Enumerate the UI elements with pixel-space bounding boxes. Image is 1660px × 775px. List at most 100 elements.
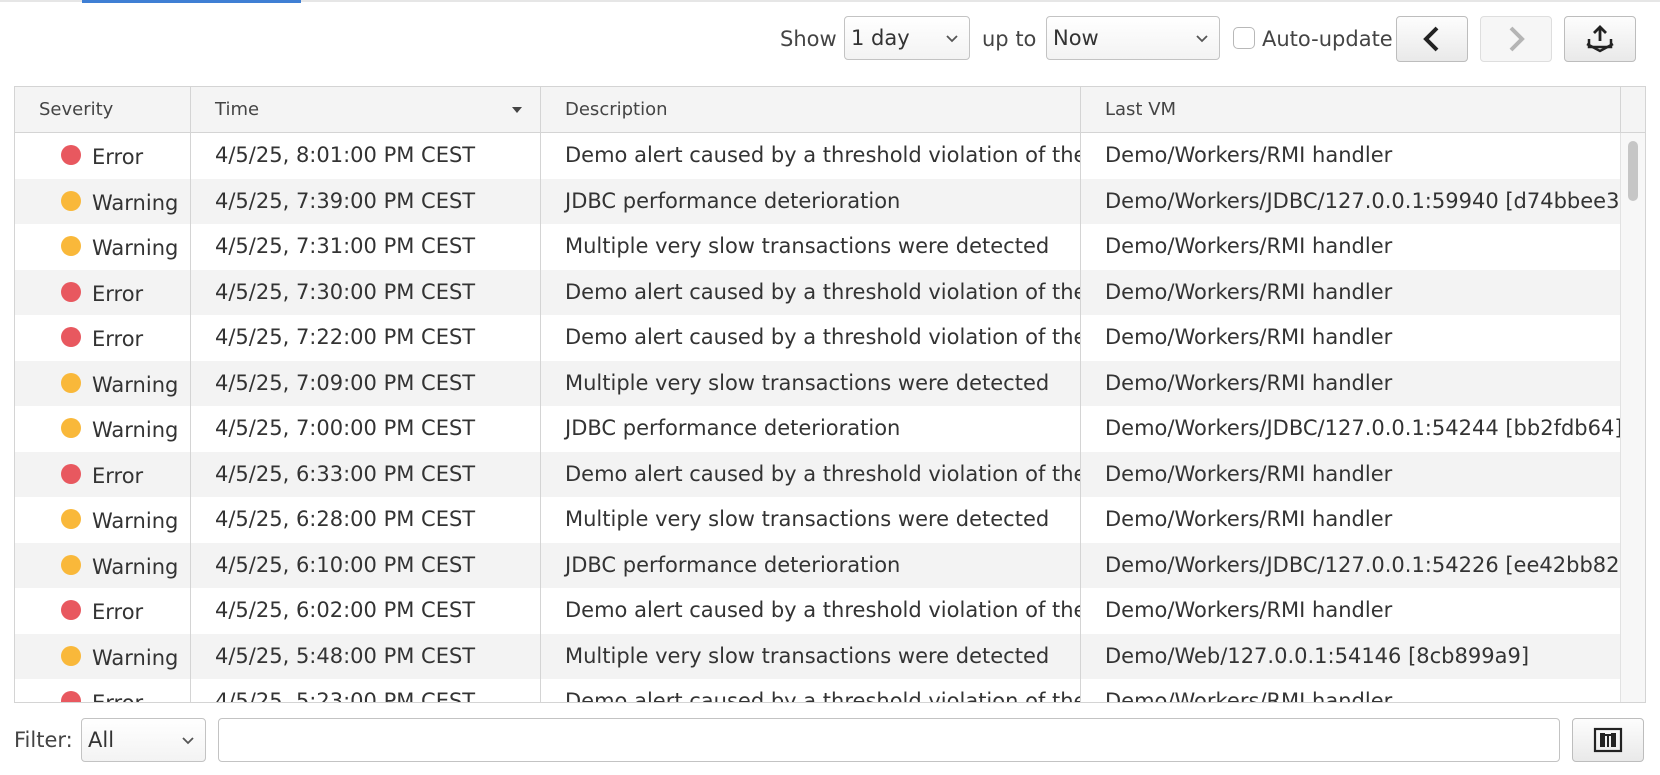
scrollbar-thumb[interactable] — [1628, 141, 1638, 201]
auto-update-checkbox[interactable] — [1233, 27, 1255, 49]
time-range-select[interactable]: 1 day — [844, 16, 970, 60]
filter-bar: Filter: All — [0, 717, 1660, 763]
red-dot-icon — [61, 463, 81, 484]
description-cell: Demo alert caused by a threshold violati… — [541, 269, 1081, 315]
last-vm-cell: Demo/Workers/RMI handler — [1105, 370, 1393, 395]
time-cell: 4/5/25, 8:01:00 PM CEST — [191, 133, 541, 179]
time-cell: 4/5/25, 6:33:00 PM CEST — [191, 451, 541, 497]
last-vm-cell: Demo/Workers/RMI handler — [1105, 689, 1393, 703]
amber-dot-icon — [61, 554, 81, 575]
red-dot-icon — [61, 691, 81, 702]
last-vm-cell: Demo/Workers/RMI handler — [1105, 279, 1393, 304]
amber-dot-icon — [61, 509, 81, 529]
last-vm-cell: Demo/Workers/RMI handler — [1105, 598, 1393, 622]
severity-cell: Warning — [15, 542, 191, 588]
filter-scope-value: All — [88, 728, 115, 752]
time-cell: 4/5/25, 5:48:00 PM CEST — [191, 633, 541, 679]
table-row[interactable]: Warning 4/5/25, 7:09:00 PM CEST Multiple v… — [15, 360, 1620, 406]
table-row[interactable]: Warning 4/5/25, 5:48:00 PM CEST Multiple v… — [15, 633, 1620, 679]
severity-text: Warning — [92, 418, 179, 442]
red-dot-icon — [61, 145, 81, 165]
column-header-description[interactable]: Description — [541, 87, 1081, 132]
table-row[interactable]: Warning 4/5/25, 7:00:00 PM CEST JDBC perfo… — [15, 406, 1620, 452]
table-header: Severity Time Description Last VM — [15, 87, 1645, 133]
severity-cell: Error — [15, 133, 191, 179]
description-cell: Demo alert caused by a threshold violati… — [541, 451, 1081, 497]
sort-descending-icon — [512, 107, 522, 113]
export-button[interactable] — [1564, 16, 1636, 62]
column-header-severity[interactable]: Severity — [15, 87, 191, 132]
severity-cell: Warning — [15, 497, 191, 543]
amber-dot-icon — [61, 645, 81, 666]
red-dot-icon — [61, 327, 81, 347]
chevron-down-icon — [1196, 35, 1208, 43]
time-cell: 4/5/25, 7:39:00 PM CEST — [191, 178, 541, 224]
severity-cell: Error — [15, 588, 191, 634]
amber-dot-icon — [61, 236, 81, 256]
table-row[interactable]: Warning 4/5/25, 6:10:00 PM CEST JDBC perfo… — [15, 542, 1620, 588]
severity-text: Error — [92, 281, 144, 306]
show-label: Show — [780, 27, 837, 51]
severity-cell: Warning — [15, 178, 191, 224]
description-cell: Multiple very slow transactions were det… — [541, 224, 1081, 270]
description-cell: Demo alert caused by a threshold violati… — [541, 315, 1081, 361]
time-cell: 4/5/25, 7:00:00 PM CEST — [191, 406, 541, 452]
severity-cell: Warning — [15, 406, 191, 452]
chevron-down-icon — [946, 35, 958, 43]
description-cell: Demo alert caused by a threshold violati… — [541, 588, 1081, 634]
time-cell: 4/5/25, 7:30:00 PM CEST — [191, 269, 541, 315]
severity-text: Warning — [92, 509, 179, 533]
description-cell: JDBC performance deterioration — [541, 542, 1081, 588]
tab-strip — [0, 0, 1660, 3]
table-row[interactable]: Error 4/5/25, 6:02:00 PM CEST Demo alert c… — [15, 588, 1620, 634]
column-settings-button[interactable] — [1572, 718, 1644, 762]
description-cell: Demo alert caused by a threshold violati… — [541, 133, 1081, 179]
table-row[interactable]: Warning 4/5/25, 6:28:00 PM CEST Multiple v… — [15, 497, 1620, 543]
severity-text: Error — [92, 463, 144, 488]
last-vm-cell: Demo/Workers/RMI handler — [1105, 143, 1393, 167]
table-row[interactable]: Error 4/5/25, 7:22:00 PM CEST Demo alert c… — [15, 315, 1620, 361]
severity-cell: Warning — [15, 224, 191, 270]
last-vm-cell: Demo/Web/127.0.0.1:54146 [8cb899a9] — [1105, 643, 1530, 668]
filter-input[interactable] — [218, 718, 1560, 762]
filter-scope-select[interactable]: All — [81, 718, 206, 762]
severity-cell: Warning — [15, 633, 191, 679]
red-dot-icon — [61, 600, 81, 620]
column-header-last-vm[interactable]: Last VM — [1081, 87, 1621, 132]
auto-update-label[interactable]: Auto-update — [1262, 16, 1393, 62]
export-icon — [1586, 25, 1614, 53]
time-cell: 4/5/25, 7:22:00 PM CEST — [191, 315, 541, 361]
vertical-scrollbar[interactable] — [1620, 133, 1645, 702]
previous-button[interactable] — [1396, 16, 1468, 62]
severity-cell: Error — [15, 451, 191, 497]
severity-text: Error — [92, 691, 144, 703]
time-range-value: 1 day — [851, 26, 910, 50]
last-vm-cell: Demo/Workers/JDBC/127.0.0.1:54244 [bb2fd… — [1105, 416, 1620, 440]
severity-cell: Error — [15, 269, 191, 315]
amber-dot-icon — [61, 190, 81, 211]
severity-text: Warning — [92, 190, 179, 215]
last-vm-cell: Demo/Workers/JDBC/127.0.0.1:59940 [d74bb… — [1105, 188, 1620, 213]
table-row[interactable]: Error 4/5/25, 8:01:00 PM CEST Demo alert c… — [15, 133, 1620, 179]
column-header-time[interactable]: Time — [191, 87, 541, 132]
description-cell: Multiple very slow transactions were det… — [541, 360, 1081, 406]
table-row[interactable]: Error 4/5/25, 7:30:00 PM CEST Demo alert c… — [15, 269, 1620, 315]
table-row[interactable]: Warning 4/5/25, 7:31:00 PM CEST Multiple v… — [15, 224, 1620, 270]
description-cell: JDBC performance deterioration — [541, 178, 1081, 224]
table-body: Error 4/5/25, 8:01:00 PM CEST Demo alert c… — [15, 133, 1620, 703]
red-dot-icon — [61, 281, 81, 302]
next-button[interactable] — [1480, 16, 1552, 62]
last-vm-cell: Demo/Workers/RMI handler — [1105, 325, 1393, 349]
upto-label: up to — [982, 27, 1037, 51]
end-time-value: Now — [1053, 26, 1099, 50]
description-cell: Multiple very slow transactions were det… — [541, 633, 1081, 679]
chevron-left-icon — [1423, 26, 1439, 52]
table-row[interactable]: Error 4/5/25, 6:33:00 PM CEST Demo alert c… — [15, 451, 1620, 497]
table-row[interactable]: Warning 4/5/25, 7:39:00 PM CEST JDBC perfo… — [15, 178, 1620, 224]
table-row[interactable]: Error 4/5/25, 5:23:00 PM CEST Demo alert c… — [15, 679, 1620, 703]
end-time-select[interactable]: Now — [1046, 16, 1220, 60]
time-cell: 4/5/25, 6:28:00 PM CEST — [191, 497, 541, 543]
amber-dot-icon — [61, 372, 81, 393]
severity-text: Warning — [92, 645, 179, 670]
severity-text: Warning — [92, 372, 179, 397]
